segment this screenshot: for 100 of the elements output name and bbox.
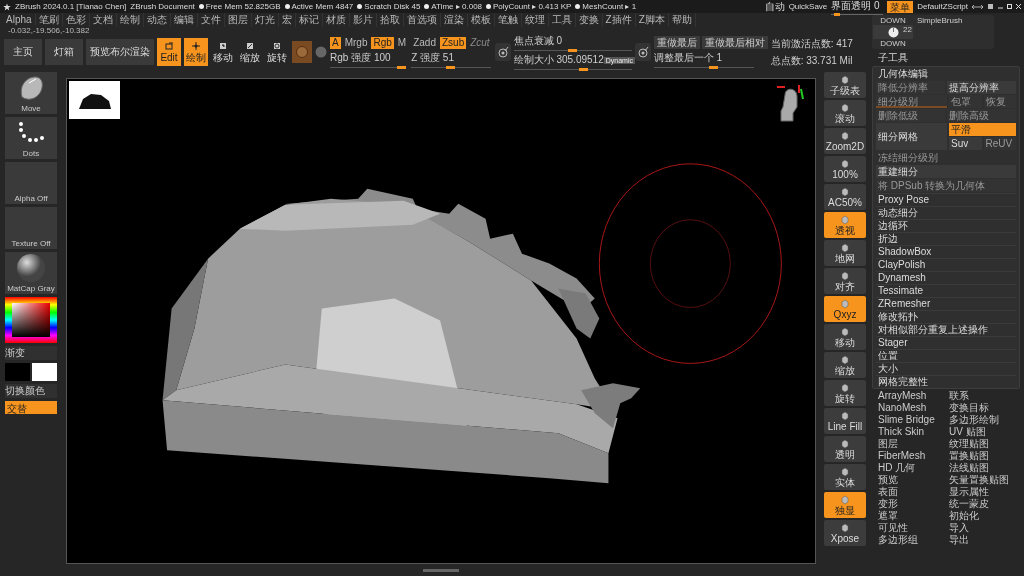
palette-item[interactable]: 折边 (876, 232, 1016, 244)
history-settings-button[interactable] (634, 43, 651, 61)
tray-button[interactable]: 透明 (824, 436, 866, 462)
tray-button[interactable]: Zoom2D (824, 128, 866, 154)
texture-slot[interactable]: Texture Off (5, 207, 57, 249)
menu-item[interactable]: 帮助 (668, 12, 696, 27)
brush-settings-button[interactable] (494, 43, 511, 61)
subpalette-header[interactable]: ArrayMesh (878, 389, 949, 401)
smooth-toggle[interactable]: 平滑 (949, 123, 1016, 136)
subpalette-header[interactable]: 置换贴图 (949, 449, 1020, 461)
section-title[interactable]: 几何体编辑 (876, 68, 1016, 80)
tray-button[interactable]: AC50% (824, 184, 866, 210)
subpalette-header[interactable]: 预览 (878, 473, 949, 485)
tool-button[interactable]: 绘制 (184, 38, 208, 66)
menu-item[interactable]: 灯光 (251, 12, 279, 27)
depth-mode-toggle[interactable]: Zadd (411, 36, 438, 49)
subpalette-header[interactable]: 法线贴图 (949, 461, 1020, 473)
tool-button[interactable]: 移动 (211, 38, 235, 66)
depth-mode-toggle[interactable]: Zsub (439, 36, 467, 49)
slider-thumb[interactable] (567, 49, 577, 52)
palette-item[interactable]: 动态细分 (876, 206, 1016, 218)
slider-thumb[interactable] (397, 65, 407, 69)
redo-button[interactable]: 重做最后 (653, 36, 700, 49)
menu-item[interactable]: 色彩 (62, 12, 90, 27)
secondary-color-swatch[interactable] (32, 363, 57, 381)
tool-button[interactable]: Edit (157, 38, 181, 66)
subpalette-header[interactable]: HD 几何 (878, 461, 949, 473)
channel-toggle[interactable]: Rgb (371, 36, 394, 49)
tray-button[interactable]: 地网 (824, 240, 866, 266)
primary-color-swatch[interactable] (5, 363, 30, 381)
menu-item[interactable]: 首选项 (403, 12, 441, 27)
palette-item[interactable]: 修改拓扑 (876, 310, 1016, 322)
tray-button[interactable]: 移动 (824, 324, 866, 350)
menu-item[interactable]: 影片 (349, 12, 377, 27)
subpalette-header[interactable]: 导入 (949, 521, 1020, 533)
menu-item[interactable]: 文件 (197, 12, 225, 27)
panel-button[interactable]: 重建细分 (876, 165, 1016, 178)
lightbox-button[interactable]: 灯箱 (45, 39, 83, 65)
subpalette-header[interactable]: 显示属性 (949, 485, 1020, 497)
panel-button[interactable]: Suv (949, 137, 982, 150)
tray-button[interactable]: 100% (824, 156, 866, 182)
subpalette-header[interactable]: 纹理贴图 (949, 437, 1020, 449)
menu-item[interactable]: 文档 (89, 12, 117, 27)
palette-item[interactable]: Tessimate (876, 284, 1016, 296)
palette-item[interactable]: Stager (876, 336, 1016, 348)
tool-button[interactable]: 缩放 (238, 38, 262, 66)
panel-button[interactable]: 细分网格 (876, 123, 947, 150)
subpalette-header[interactable]: 统一蒙皮 (949, 497, 1020, 509)
redo-button[interactable]: 重做最后相对 (701, 36, 768, 49)
tray-button[interactable]: 透视 (824, 212, 866, 238)
switch-color-button[interactable]: 切换颜色 (5, 384, 57, 398)
menu-item[interactable]: 图层 (224, 12, 252, 27)
palette-item[interactable]: 大小 (876, 362, 1016, 374)
tray-button[interactable]: Xpose (824, 520, 866, 546)
subpalette-header[interactable]: 可见性 (878, 521, 949, 533)
quicksave-button[interactable]: QuickSave (788, 2, 828, 11)
viewport-canvas[interactable] (66, 78, 816, 564)
palette-item[interactable]: Dynamesh (876, 271, 1016, 283)
preview-render-button[interactable]: 预览布尔渲染 (86, 39, 154, 65)
menu-item[interactable]: Alpha (3, 14, 36, 25)
channel-toggle[interactable]: Mrgb (342, 36, 370, 49)
menu-item[interactable]: Z脚本 (635, 12, 669, 27)
subpalette-header[interactable]: 表面 (878, 485, 949, 497)
menu-item[interactable]: 渲染 (440, 12, 468, 27)
subpalette-header[interactable]: 初始化 (949, 509, 1020, 521)
palette-item[interactable]: Proxy Pose (876, 193, 1016, 205)
menu-item[interactable]: 纹理 (521, 12, 549, 27)
subpalette-header[interactable]: 矢量置换贴图 (949, 473, 1020, 485)
menu-item[interactable]: 宏 (278, 12, 296, 27)
subpalette-header[interactable]: UV 贴图 (949, 425, 1020, 437)
menu-item[interactable]: 变换 (575, 12, 603, 27)
slider-thumb[interactable] (708, 66, 718, 69)
slider-thumb[interactable] (579, 68, 589, 71)
subpalette-header[interactable]: 变形 (878, 497, 949, 509)
palette-item[interactable]: 边循环 (876, 219, 1016, 231)
tray-button[interactable]: 子级表 (824, 72, 866, 98)
palette-item[interactable]: ShadowBox (876, 245, 1016, 257)
tray-button[interactable]: 对齐 (824, 268, 866, 294)
menu-item[interactable]: 编辑 (170, 12, 198, 27)
subpalette-header[interactable]: FiberMesh (878, 449, 949, 461)
subpalette-header[interactable]: 多边形绘制 (949, 413, 1020, 425)
menu-item[interactable]: 模板 (467, 12, 495, 27)
tray-button[interactable]: 缩放 (824, 352, 866, 378)
menu-item[interactable]: 工具 (548, 12, 576, 27)
material-swatch[interactable] (292, 41, 312, 63)
color-picker[interactable] (5, 297, 57, 343)
subpalette-header[interactable]: Slime Bridge (878, 413, 949, 425)
palette-item[interactable]: ZRemesher (876, 297, 1016, 309)
slider-thumb[interactable] (833, 12, 840, 16)
tray-button[interactable]: Qxyz (824, 296, 866, 322)
channel-toggle[interactable]: M (395, 36, 409, 49)
menu-item[interactable]: 笔触 (494, 12, 522, 27)
brush-picker[interactable]: Move (5, 72, 57, 114)
stroke-picker[interactable]: Dots (5, 117, 57, 159)
subpalette-header[interactable]: 变换目标 (949, 401, 1020, 413)
channel-toggle[interactable]: A (330, 36, 341, 49)
menu-item[interactable]: 动态 (143, 12, 171, 27)
subpalette-header[interactable]: 导出 (949, 533, 1020, 545)
subpalette-header[interactable]: Thick Skin (878, 425, 949, 437)
alternate-toggle[interactable]: 交替 (5, 401, 57, 414)
